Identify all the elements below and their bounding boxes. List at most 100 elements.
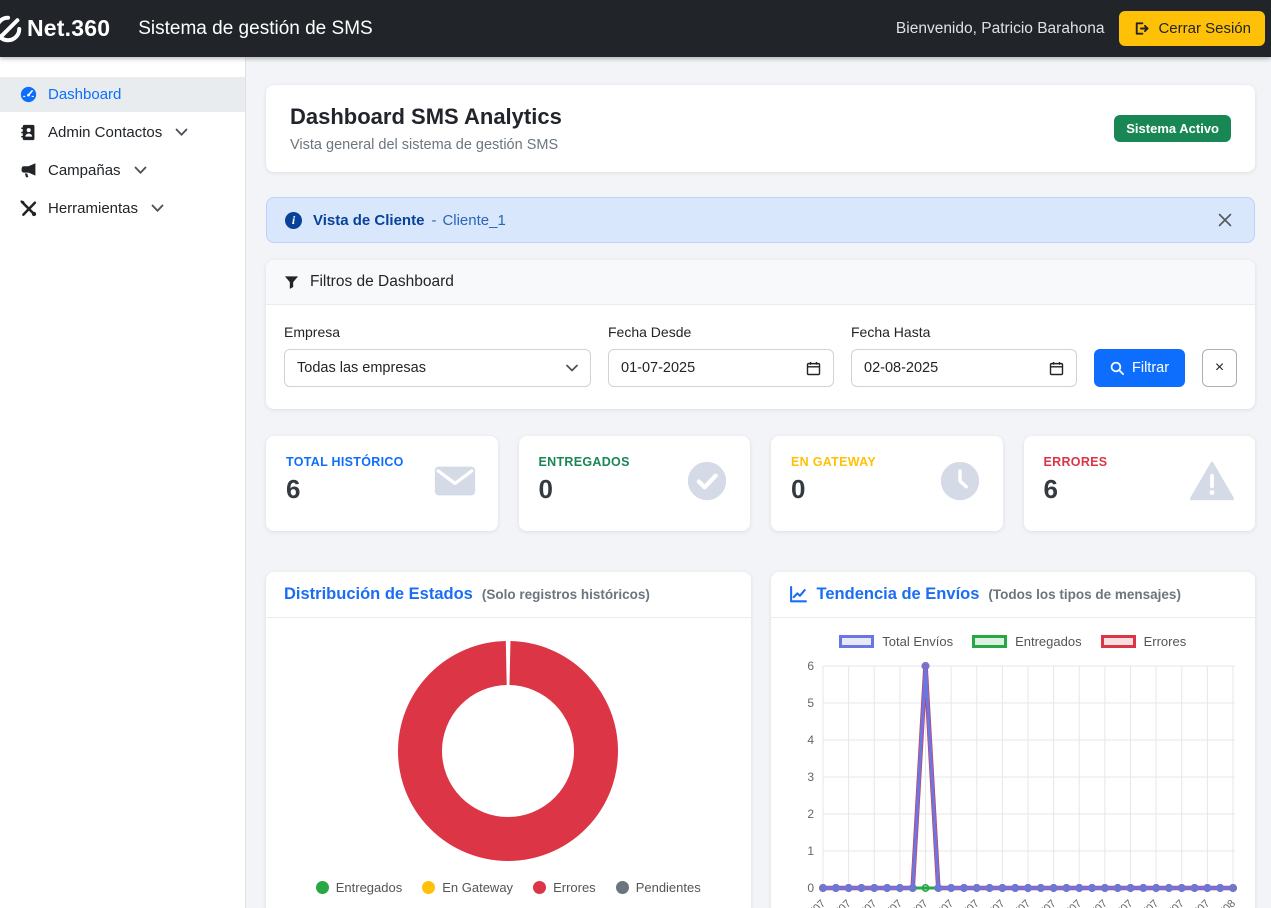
svg-text:01/07: 01/07 [800, 898, 828, 908]
chart-line-icon [789, 585, 808, 604]
sidebar: Dashboard Admin Contactos Campañas Herramie… [0, 57, 246, 908]
filter-button[interactable]: Filtrar [1094, 349, 1185, 387]
brand: Net.360 [0, 14, 110, 44]
fecha-hasta-value: 02-08-2025 [864, 360, 938, 376]
legend-label: En Gateway [442, 880, 513, 895]
legend-box [839, 635, 874, 648]
info-icon: i [285, 212, 302, 229]
filters-title: Filtros de Dashboard [310, 273, 454, 291]
logout-button[interactable]: Cerrar Sesión [1119, 11, 1265, 46]
empresa-select[interactable]: Todas las empresas [284, 349, 591, 387]
main-content: Dashboard SMS Analytics Vista general de… [246, 57, 1271, 908]
alert-client-name: Cliente_1 [442, 212, 505, 229]
close-icon [1217, 212, 1233, 228]
stat-card-envelope: TOTAL HISTÓRICO6 [266, 436, 498, 531]
svg-text:4: 4 [807, 733, 814, 747]
alert-title: Vista de Cliente [313, 212, 424, 229]
address-book-icon [20, 124, 37, 141]
sidebar-item-herramientas[interactable]: Herramientas [0, 191, 245, 226]
fecha-desde-label: Fecha Desde [608, 324, 834, 340]
filters-card: Filtros de Dashboard Empresa Todas las e… [266, 260, 1255, 409]
trend-legend: Total Envíos Entregados Errores [783, 634, 1244, 649]
page-header-card: Dashboard SMS Analytics Vista general de… [266, 85, 1255, 172]
clock-icon [937, 458, 983, 504]
svg-text:13/07: 13/07 [953, 898, 981, 908]
fecha-hasta-input[interactable]: 02-08-2025 [851, 349, 1077, 387]
legend-label: Total Envíos [882, 634, 953, 649]
legend-label: Errores [553, 880, 596, 895]
svg-text:5: 5 [807, 696, 814, 710]
donut-legend-item[interactable]: Entregados [316, 880, 403, 895]
stat-card-check-circle: ENTREGADOS0 [519, 436, 751, 531]
logout-icon [1132, 20, 1149, 37]
alert-separator: - [431, 212, 436, 229]
svg-text:6: 6 [807, 659, 814, 673]
chevron-down-icon [566, 364, 578, 372]
trend-chart-title: Tendencia de Envíos [817, 585, 980, 604]
alert-close-button[interactable] [1214, 209, 1236, 231]
chevron-down-icon [132, 166, 147, 175]
svg-text:23/07: 23/07 [1082, 898, 1110, 908]
fecha-desde-input[interactable]: 01-07-2025 [608, 349, 834, 387]
trend-legend-item[interactable]: Total Envíos [839, 634, 953, 649]
svg-text:19/07: 19/07 [1030, 898, 1058, 908]
donut-legend-item[interactable]: Pendientes [616, 880, 701, 895]
sidebar-item-campanas[interactable]: Campañas [0, 153, 245, 188]
trend-chart-note: (Todos los tipos de mensajes) [988, 587, 1181, 602]
chevron-down-icon [149, 204, 164, 213]
donut-chart-note: (Solo registros históricos) [482, 587, 650, 602]
status-badge: Sistema Activo [1114, 115, 1231, 142]
stats-row: TOTAL HISTÓRICO6ENTREGADOS0EN GATEWAY0ER… [266, 436, 1255, 531]
donut-legend-item[interactable]: Errores [533, 880, 596, 895]
donut-chart-title: Distribución de Estados [284, 585, 473, 604]
svg-text:31/07: 31/07 [1184, 898, 1212, 908]
funnel-icon [284, 275, 299, 290]
legend-dot [422, 881, 435, 894]
sidebar-item-label: Dashboard [48, 86, 121, 103]
envelope-icon [432, 458, 478, 504]
clear-filters-button[interactable]: × [1202, 349, 1237, 387]
app-title: Sistema de gestión de SMS [138, 18, 372, 40]
fecha-desde-value: 01-07-2025 [621, 360, 695, 376]
empresa-selected-value: Todas las empresas [297, 360, 426, 376]
calendar-icon [1049, 361, 1064, 376]
filters-header: Filtros de Dashboard [266, 260, 1255, 305]
brand-name: Net.360 [27, 15, 110, 42]
donut-legend: EntregadosEn GatewayErroresPendientesPro… [266, 880, 751, 908]
sidebar-item-label: Herramientas [48, 200, 138, 217]
megaphone-icon [20, 162, 37, 179]
legend-label: Entregados [336, 880, 403, 895]
trend-legend-item[interactable]: Entregados [972, 634, 1082, 649]
svg-text:03/07: 03/07 [825, 898, 853, 908]
svg-text:05/07: 05/07 [851, 898, 879, 908]
svg-text:11/07: 11/07 [928, 898, 955, 908]
svg-text:02/08: 02/08 [1210, 898, 1238, 908]
brand-logo-icon [0, 14, 23, 44]
filter-button-label: Filtrar [1132, 360, 1169, 376]
donut-legend-item[interactable]: En Gateway [422, 880, 513, 895]
sidebar-item-dashboard[interactable]: Dashboard [0, 77, 245, 112]
search-icon [1110, 361, 1124, 375]
trend-legend-item[interactable]: Errores [1101, 634, 1187, 649]
legend-label: Pendientes [636, 880, 701, 895]
page-subtitle: Vista general del sistema de gestión SMS [290, 137, 562, 153]
client-view-alert: i Vista de Cliente - Cliente_1 [266, 197, 1255, 243]
legend-label: Entregados [1015, 634, 1082, 649]
speedometer-icon [20, 86, 37, 103]
svg-text:15/07: 15/07 [979, 898, 1007, 908]
sidebar-item-label: Admin Contactos [48, 124, 162, 141]
svg-text:2: 2 [807, 807, 814, 821]
svg-text:27/07: 27/07 [1133, 898, 1161, 908]
sidebar-item-label: Campañas [48, 162, 121, 179]
svg-text:17/07: 17/07 [1005, 898, 1033, 908]
warning-triangle-icon [1189, 458, 1235, 504]
sidebar-item-admin-contactos[interactable]: Admin Contactos [0, 115, 245, 150]
legend-dot [616, 881, 629, 894]
status-donut-chart [396, 639, 620, 863]
page-title: Dashboard SMS Analytics [290, 104, 562, 130]
empresa-label: Empresa [284, 324, 591, 340]
legend-box [972, 635, 1007, 648]
legend-dot [533, 881, 546, 894]
chevron-down-icon [173, 128, 188, 137]
tools-icon [20, 200, 37, 217]
